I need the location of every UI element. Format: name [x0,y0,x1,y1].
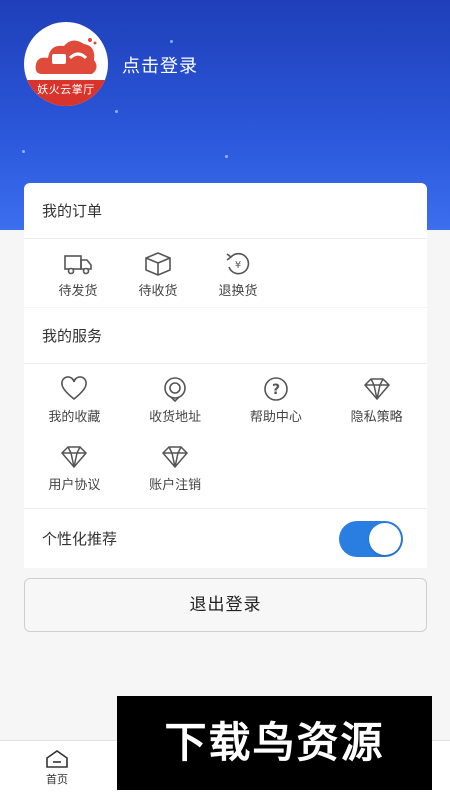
services-card: 我的服务 我的收藏 收货地址 ? 帮助中心 隐私策略 用户协议 账户注销 个性化… [24,308,427,568]
service-label: 账户注销 [149,478,202,493]
tab-home-label: 首页 [46,773,68,786]
orders-title: 我的订单 [24,183,427,239]
service-help[interactable]: ? 帮助中心 [226,372,327,440]
svg-text:?: ? [272,382,280,398]
order-item-label: 待发货 [58,284,98,299]
package-icon [145,252,171,276]
service-favorites[interactable]: 我的收藏 [24,372,125,440]
logout-button[interactable]: 退出登录 [24,578,427,632]
diamond-icon [162,446,189,469]
service-label: 帮助中心 [249,410,302,425]
svg-text:¥: ¥ [235,260,241,271]
home-icon [46,750,68,768]
services-title: 我的服务 [24,308,427,364]
heart-icon [61,376,88,401]
truck-icon [64,255,92,275]
service-user-agreement[interactable]: 用户协议 [24,440,125,508]
location-pin-icon [164,377,186,402]
order-refund[interactable]: ¥ 退换货 [198,239,278,307]
personalized-label: 个性化推荐 [42,530,118,548]
diamond-icon [363,378,390,401]
service-address[interactable]: 收货地址 [125,372,226,440]
diamond-icon [61,446,88,469]
service-label: 我的收藏 [48,410,101,425]
cloud-logo-icon [35,38,97,74]
service-account-delete[interactable]: 账户注销 [125,440,226,508]
order-item-label: 待收货 [138,284,178,299]
service-privacy[interactable]: 隐私策略 [326,372,427,440]
personalized-row: 个性化推荐 [24,508,427,568]
tab-home[interactable]: 首页 [40,749,74,787]
service-label: 收货地址 [149,410,202,425]
app-logo[interactable]: 妖火云掌厅 [24,22,108,106]
service-label: 隐私策略 [350,410,403,425]
order-pending-receipt[interactable]: 待收货 [118,239,198,307]
refund-icon: ¥ [226,252,250,275]
order-pending-shipment[interactable]: 待发货 [38,239,118,307]
personalized-toggle[interactable] [339,520,403,557]
toggle-knob [369,522,401,555]
login-link[interactable]: 点击登录 [122,52,198,78]
question-icon: ? [264,377,288,401]
logo-text: 妖火云掌厅 [24,80,108,106]
watermark-banner: 下载鸟资源 [117,696,432,790]
orders-card: 我的订单 待发货 待收货 ¥ 退换货 [24,183,427,307]
order-item-label: 退换货 [218,284,258,299]
service-label: 用户协议 [48,478,101,493]
